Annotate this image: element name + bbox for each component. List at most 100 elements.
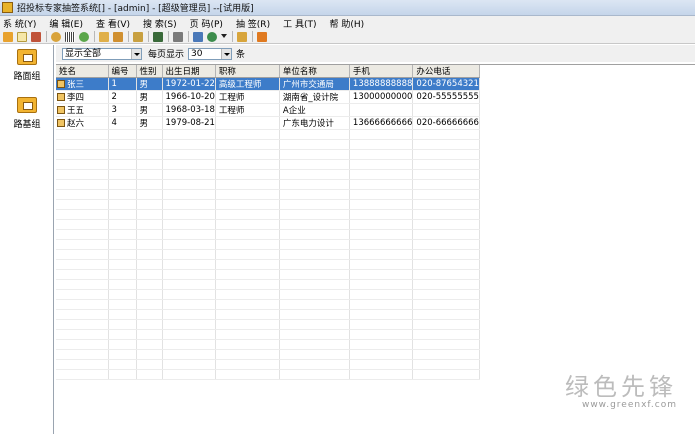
table-cell: 020-55555555 (412, 90, 480, 104)
empty-row (56, 249, 480, 260)
toolbar-separator (94, 31, 95, 42)
empty-row (56, 309, 480, 320)
table-header-row: 姓名 编号 性别 出生日期 职称 单位名称 手机 办公电话 (56, 65, 480, 78)
col-header-company[interactable]: 单位名称 (279, 65, 350, 78)
empty-row (56, 129, 480, 140)
scope-select[interactable]: 显示全部 (62, 47, 142, 60)
globe-icon[interactable] (207, 31, 217, 42)
watermark: 绿色先锋 www.greenxf.com (565, 374, 677, 410)
refresh-icon[interactable] (79, 31, 89, 42)
open-folder-icon[interactable] (3, 31, 13, 42)
table-cell: 1968-03-18 (162, 103, 216, 117)
empty-row (56, 329, 480, 340)
sidebar-item-road-surface[interactable]: 路面组 (0, 49, 54, 82)
menu-help[interactable]: 帮 助(H) (329, 17, 364, 30)
empty-row (56, 259, 480, 270)
table-row[interactable]: 王五 3 男 1968-03-18 工程师 A企业 (56, 103, 480, 117)
menu-page[interactable]: 页 码(P) (190, 17, 223, 30)
dropdown-icon[interactable] (221, 33, 227, 40)
empty-row (56, 199, 480, 210)
cell-text: 李四 (67, 93, 85, 103)
table-row[interactable]: 张三 1 男 1972-01-22 高级工程师 广州市交通局 138888888… (56, 77, 480, 91)
tools-icon[interactable] (173, 31, 183, 42)
exit-icon[interactable] (257, 31, 267, 42)
name-cell: 赵六 (56, 116, 109, 130)
table-cell: A企业 (279, 103, 350, 117)
import-icon[interactable] (113, 31, 123, 42)
app-icon (2, 2, 13, 13)
empty-row (56, 209, 480, 220)
name-cell: 王五 (56, 103, 109, 117)
per-page-select[interactable]: 30 (188, 47, 233, 60)
chevron-down-icon[interactable] (131, 48, 141, 59)
menu-edit[interactable]: 编 辑(E) (49, 17, 83, 30)
per-page-value: 30 (191, 48, 203, 59)
menu-search[interactable]: 搜 索(S) (143, 17, 177, 30)
title-bar: 招投标专家抽签系统[] - [admin] - [超级管理员] --[试用版] (0, 0, 695, 16)
col-header-number[interactable]: 编号 (108, 65, 137, 78)
search-icon[interactable] (51, 31, 61, 42)
menu-bar: 系 统(Y) 编 辑(E) 查 看(V) 搜 索(S) 页 码(P) 抽 签(R… (0, 16, 695, 30)
expert-icon (57, 106, 65, 114)
col-header-title[interactable]: 职称 (215, 65, 280, 78)
table-cell: 男 (136, 116, 163, 130)
table-cell (349, 103, 414, 117)
empty-row (56, 169, 480, 180)
empty-row (56, 219, 480, 230)
empty-row (56, 349, 480, 360)
cell-text: 赵六 (67, 119, 85, 129)
table-cell: 020-87654321 (412, 77, 480, 91)
sidebar-item-label: 路基组 (13, 120, 41, 130)
table-cell: 2 (108, 90, 137, 104)
empty-row (56, 189, 480, 200)
table-cell: 1 (108, 77, 137, 91)
chevron-down-icon[interactable] (221, 48, 232, 59)
empty-row (56, 339, 480, 350)
name-cell: 张三 (56, 77, 109, 91)
print-icon[interactable] (193, 31, 203, 42)
per-page-label: 每页显示 (148, 50, 185, 60)
table-cell: 4 (108, 116, 137, 130)
col-header-mobile[interactable]: 手机 (349, 65, 414, 78)
table-cell: 1966-10-20 (162, 90, 216, 104)
key-icon[interactable] (237, 31, 247, 42)
empty-row (56, 139, 480, 150)
table-cell: 020-66666666 (412, 116, 480, 130)
table-cell: 1972-01-22 (162, 77, 216, 91)
table-cell: 男 (136, 90, 163, 104)
col-header-office-phone[interactable]: 办公电话 (412, 65, 480, 78)
menu-system[interactable]: 系 统(Y) (3, 17, 36, 30)
empty-row (56, 279, 480, 290)
empty-row (56, 299, 480, 310)
new-file-icon[interactable] (17, 31, 27, 42)
books-icon[interactable] (31, 31, 41, 42)
table-row[interactable]: 赵六 4 男 1979-08-21 广东电力设计 13666666666 020… (56, 116, 480, 130)
table-cell: 13000000000 (349, 90, 414, 104)
col-header-birthdate[interactable]: 出生日期 (162, 65, 216, 78)
col-header-gender[interactable]: 性别 (136, 65, 163, 78)
menu-tools[interactable]: 工 具(T) (283, 17, 316, 30)
save-icon[interactable] (153, 31, 163, 42)
handshake-icon[interactable] (133, 31, 143, 42)
menu-view[interactable]: 查 看(V) (96, 17, 130, 30)
sidebar-item-roadbed[interactable]: 路基组 (0, 97, 54, 130)
empty-row (56, 319, 480, 330)
col-header-name[interactable]: 姓名 (56, 65, 109, 78)
menu-draw[interactable]: 抽 签(R) (236, 17, 270, 30)
empty-row (56, 289, 480, 300)
table-cell: 13666666666 (349, 116, 414, 130)
table-cell: 广州市交通局 (279, 77, 350, 91)
expert-table: 姓名 编号 性别 出生日期 职称 单位名称 手机 办公电话 张三 1 男 197… (56, 65, 480, 380)
window-title: 招投标专家抽签系统[] - [admin] - [超级管理员] --[试用版] (17, 4, 254, 14)
empty-row (56, 269, 480, 280)
table-row[interactable]: 李四 2 男 1966-10-20 工程师 湖南省_设计院 1300000000… (56, 90, 480, 104)
table-cell: 工程师 (215, 103, 280, 117)
table-cell: 3 (108, 103, 137, 117)
barcode-icon[interactable] (65, 31, 75, 42)
empty-row (56, 359, 480, 370)
export-icon[interactable] (99, 31, 109, 42)
table-cell (412, 103, 480, 117)
expert-icon (57, 119, 65, 127)
empty-row (56, 369, 480, 380)
table-cell (215, 116, 280, 130)
